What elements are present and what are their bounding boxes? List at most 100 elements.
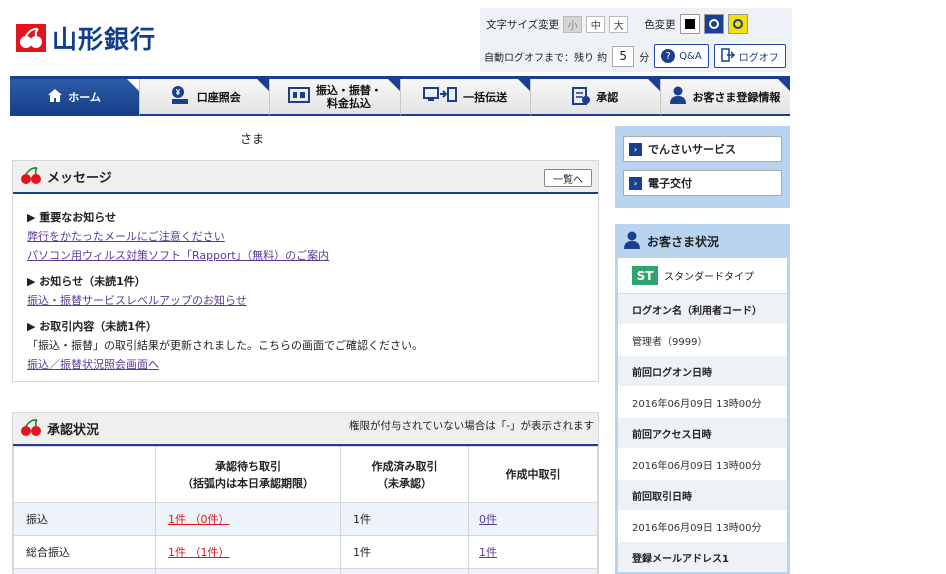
logoff-label: ログオフ	[738, 52, 779, 64]
atm-icon	[287, 86, 310, 107]
plan-name: スタンダードタイプ	[664, 272, 754, 283]
row-label: 総合振込	[13, 535, 156, 569]
status-title: お客さま状況	[647, 234, 720, 249]
transaction-status-link[interactable]: 振込／振替状況照会画面へ	[27, 355, 584, 374]
densai-service-label: でんさいサービス	[648, 143, 736, 156]
nav-corner	[257, 79, 270, 91]
nav-bulk-transmission[interactable]: 一括伝送	[400, 79, 531, 116]
bank-name: 山形銀行	[52, 25, 157, 54]
pending-count-link[interactable]: 1件 （1件）	[168, 546, 230, 559]
customer-status-panel: お客さま状況 ST スタンダードタイプ ログオン名（利用者コード） 管理者（99…	[615, 224, 790, 574]
last-logon-label: 前回ログオン日時	[618, 356, 787, 386]
nav-account-label: 口座照会	[196, 90, 241, 104]
nav-home[interactable]: ホーム	[10, 79, 141, 116]
auto-logoff-unit: 分	[639, 52, 650, 64]
nav-transfer-label-2: 料金払込	[326, 96, 371, 110]
nav-bulk-label: 一括伝送	[463, 90, 508, 104]
densai-service-button[interactable]: › でんさいサービス	[623, 136, 782, 162]
auto-logoff-value: 5	[612, 45, 635, 67]
color-change-label: 色変更	[644, 18, 676, 31]
nav-corner	[387, 79, 400, 91]
bank-logo[interactable]: 山形銀行	[16, 20, 156, 56]
created-count: 1件	[340, 502, 469, 536]
e-delivery-label: 電子交付	[648, 177, 692, 190]
logout-icon	[720, 47, 735, 65]
color-yellow-button[interactable]	[727, 14, 748, 34]
font-size-medium-button[interactable]: 中	[586, 15, 606, 33]
side-links-panel: › でんさいサービス › 電子交付	[615, 126, 790, 208]
nav-home-label: ホーム	[68, 90, 101, 104]
col-created: 作成済み取引 （未承認）	[340, 446, 469, 503]
created-count: 1件	[340, 535, 469, 569]
important-link-phishing[interactable]: 弊行をかたったメールにご注意ください	[27, 227, 584, 246]
person-icon	[623, 231, 641, 252]
message-panel: メッセージ 一覧へ ▶ 重要なお知らせ 弊行をかたったメールにご注意ください パ…	[12, 160, 599, 382]
table-row: 振込 1件 （0件） 1件 0件	[13, 502, 598, 536]
home-icon	[48, 88, 63, 105]
color-blue-button[interactable]	[703, 14, 724, 34]
approval-document-icon	[572, 85, 591, 108]
font-size-large-button[interactable]: 大	[609, 15, 629, 33]
qa-button[interactable]: ? Q&A	[654, 44, 709, 68]
col-draft: 作成中取引	[468, 446, 598, 503]
approval-note: 権限が付与されていない場合は「-」が表示されます	[349, 420, 594, 432]
transaction-title: ▶ お取引内容（未読1件）	[27, 320, 157, 333]
pending-count-link[interactable]: 1件 （0件）	[168, 513, 230, 526]
col-pending: 承認待ち取引 （括弧内は本日承認期限）	[155, 446, 341, 503]
message-list-button[interactable]: 一覧へ	[544, 169, 592, 187]
nav-transfer-label-1: 振込・振替・	[315, 83, 382, 97]
nav-corner	[778, 79, 791, 91]
table-row: 総合振込 1件 （1件） 1件 1件	[13, 535, 598, 569]
plan-badge: ST	[632, 266, 658, 285]
chevron-right-icon: ›	[629, 176, 642, 190]
message-title: メッセージ	[47, 171, 112, 186]
last-access-label: 前回アクセス日時	[618, 418, 787, 448]
approval-panel: 承認状況 権限が付与されていない場合は「-」が表示されます 承認待ち取引 （括弧内…	[12, 412, 599, 574]
font-size-small-button[interactable]: 小	[563, 15, 583, 33]
main-nav: ホーム ¥ 口座照会 振込・振替・ 料金払込 一括伝送 承認 お客さま登録情報	[10, 76, 791, 116]
plan-type: ST スタンダードタイプ	[618, 258, 787, 294]
email-label: 登録メールアドレス1	[618, 542, 787, 572]
transaction-text: 「振込・振替」の取引結果が更新されました。こちらの画面でご確認ください。	[27, 339, 423, 352]
auto-logoff-label: 自動ログオフまで：残り 約	[484, 52, 608, 64]
chevron-right-icon: ›	[629, 142, 642, 156]
font-size-label: 文字サイズ変更	[486, 18, 560, 31]
logon-name-label: ログオン名（利用者コード）	[618, 294, 787, 324]
person-icon	[670, 86, 687, 107]
nav-approval-label: 承認	[596, 90, 619, 104]
svg-text:¥: ¥	[176, 88, 181, 97]
approval-header-row: 承認待ち取引 （括弧内は本日承認期限） 作成済み取引 （未承認） 作成中取引	[13, 446, 598, 503]
table-row	[13, 568, 598, 574]
approval-table: 承認待ち取引 （括弧内は本日承認期限） 作成済み取引 （未承認） 作成中取引 振込 …	[13, 446, 598, 574]
empty-header	[13, 446, 156, 503]
color-black-button[interactable]	[679, 14, 700, 34]
draft-count-link[interactable]: 1件	[479, 546, 497, 559]
nav-approval[interactable]: 承認	[530, 79, 661, 116]
nav-customer-label: お客さま登録情報	[692, 90, 781, 104]
notice-title: ▶ お知らせ（未読1件）	[27, 275, 146, 288]
nav-corner	[517, 79, 530, 91]
nav-corner	[647, 79, 660, 91]
last-access-value: 2016年06月09日 13時00分	[632, 460, 762, 472]
nav-transfer[interactable]: 振込・振替・ 料金払込	[270, 79, 401, 116]
cherry-logo-icon	[16, 24, 46, 52]
last-logon-value: 2016年06月09日 13時00分	[632, 398, 762, 410]
help-icon: ?	[661, 49, 676, 63]
qa-label: Q&A	[679, 50, 702, 62]
e-delivery-button[interactable]: › 電子交付	[623, 170, 782, 196]
last-transaction-value: 2016年06月09日 13時00分	[632, 522, 762, 534]
notice-link[interactable]: 振込・振替サービスレベルアップのお知らせ	[27, 291, 584, 310]
nav-account-inquiry[interactable]: ¥ 口座照会	[140, 79, 271, 116]
important-notice-title: ▶ 重要なお知らせ	[27, 211, 117, 224]
nav-customer-info[interactable]: お客さま登録情報	[660, 79, 791, 116]
approval-title: 承認状況	[47, 423, 100, 438]
row-label: 振込	[13, 502, 156, 536]
important-link-rapport[interactable]: パソコン用ウィルス対策ソフト「Rapport」（無料）のご案内	[27, 246, 584, 265]
draft-count-link[interactable]: 0件	[479, 513, 497, 526]
logoff-button[interactable]: ログオフ	[713, 44, 786, 68]
yen-coin-icon: ¥	[169, 85, 191, 108]
customer-greeting: さま	[240, 132, 265, 146]
last-transaction-label: 前回取引日時	[618, 480, 787, 510]
cherry-icon	[19, 165, 43, 188]
cherry-icon	[19, 417, 43, 440]
